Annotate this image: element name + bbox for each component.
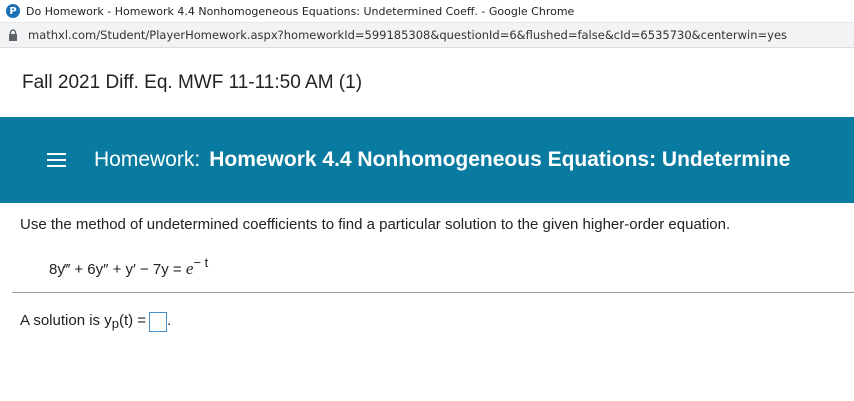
solution-period: . xyxy=(167,312,172,329)
homework-title: Homework 4.4 Nonhomogeneous Equations: U… xyxy=(209,148,791,171)
solution-prefix: A solution is y xyxy=(20,312,112,329)
equation-exponent: − t xyxy=(193,255,209,270)
solution-row: A solution is y p (t) = . xyxy=(20,312,171,332)
homework-header: Homework: Homework 4.4 Nonhomogeneous Eq… xyxy=(0,117,854,203)
question-instructions: Use the method of undetermined coefficie… xyxy=(20,216,731,233)
homework-label: Homework: xyxy=(94,148,201,171)
pearson-logo-icon: P xyxy=(6,4,20,18)
url-text[interactable]: mathxl.com/Student/PlayerHomework.aspx?h… xyxy=(28,28,787,42)
equation-lhs: 8y‴ + 6y″ + y′ − 7y = xyxy=(49,261,186,278)
lock-icon xyxy=(9,29,17,41)
menu-icon[interactable] xyxy=(47,153,66,167)
solution-suffix: (t) = xyxy=(118,312,147,329)
divider xyxy=(12,292,854,293)
address-bar[interactable]: mathxl.com/Student/PlayerHomework.aspx?h… xyxy=(0,23,854,48)
window-title: Do Homework - Homework 4.4 Nonhomogeneou… xyxy=(26,4,575,18)
course-title: Fall 2021 Diff. Eq. MWF 11-11:50 AM (1) xyxy=(22,72,363,93)
answer-input[interactable] xyxy=(149,312,168,332)
solution-subscript: p xyxy=(111,316,119,331)
differential-equation: 8y‴ + 6y″ + y′ − 7y = e− t xyxy=(49,255,208,279)
browser-title-bar: P Do Homework - Homework 4.4 Nonhomogene… xyxy=(0,0,854,23)
